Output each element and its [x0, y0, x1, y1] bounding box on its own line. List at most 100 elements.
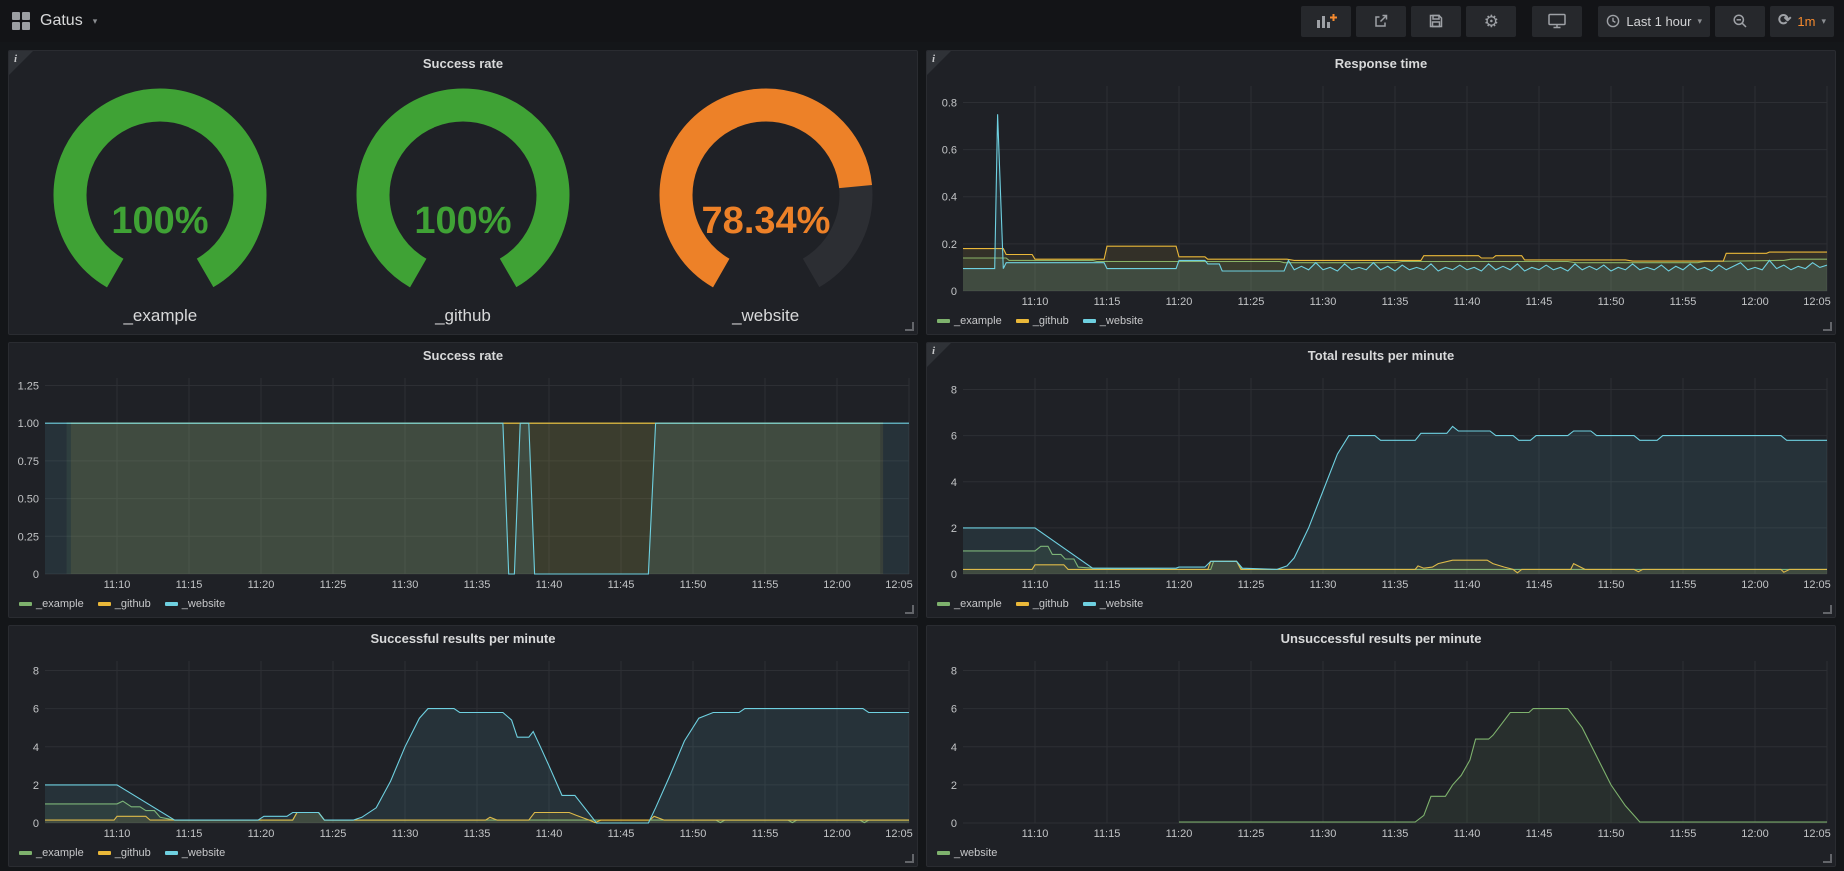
zoom-out-icon [1732, 13, 1748, 29]
panel-title[interactable]: Success rate [9, 343, 917, 368]
svg-text:11:40: 11:40 [1454, 579, 1481, 591]
legend-swatch [1083, 319, 1096, 323]
panel-resize-handle[interactable] [905, 605, 914, 614]
chart-plot-area[interactable]: 00.20.40.60.811:1011:1511:2011:2511:3011… [927, 76, 1835, 310]
save-icon [1428, 13, 1444, 29]
panel-title[interactable]: Unsuccessful results per minute [927, 626, 1835, 651]
add-panel-button[interactable] [1301, 6, 1351, 37]
panel-title[interactable]: Success rate [9, 51, 917, 76]
svg-text:11:50: 11:50 [680, 579, 707, 591]
gauge-example: 100% _example [35, 83, 285, 326]
gauge-arc: 78.34% [641, 83, 891, 305]
legend-label: _website [182, 847, 225, 859]
legend-item-_github[interactable]: _github [1016, 598, 1069, 610]
legend-label: _website [1100, 315, 1143, 327]
chart-canvas[interactable]: 00.20.40.60.811:1011:1511:2011:2511:3011… [927, 76, 1835, 310]
panel-resize-handle[interactable] [1823, 322, 1832, 331]
svg-text:6: 6 [951, 704, 957, 716]
chart-canvas[interactable]: 00.250.500.751.001.2511:1011:1511:2011:2… [9, 368, 917, 593]
svg-text:11:45: 11:45 [1526, 296, 1553, 308]
svg-text:0.4: 0.4 [942, 192, 957, 204]
gauge-arc: 100% [338, 83, 588, 305]
refresh-interval-label: 1m [1797, 14, 1815, 29]
save-button[interactable] [1411, 6, 1461, 37]
svg-text:12:05: 12:05 [1803, 579, 1831, 591]
panel-title[interactable]: Successful results per minute [9, 626, 917, 651]
panel-title[interactable]: Response time [927, 51, 1835, 76]
legend-item-_website[interactable]: _website [1083, 315, 1143, 327]
svg-text:11:30: 11:30 [1310, 296, 1337, 308]
legend-item-_website[interactable]: _website [165, 598, 225, 610]
gauges-row: 100% _example 100% _github 78.34% _webs [9, 76, 917, 334]
legend-item-_github[interactable]: _github [98, 847, 151, 859]
svg-text:0: 0 [951, 286, 957, 298]
legend-swatch [165, 851, 178, 855]
panel-resize-handle[interactable] [905, 854, 914, 863]
panel-resize-handle[interactable] [905, 322, 914, 331]
svg-text:12:00: 12:00 [823, 828, 851, 840]
chart-canvas[interactable]: 0246811:1011:1511:2011:2511:3011:3511:40… [9, 651, 917, 842]
svg-text:8: 8 [951, 666, 957, 678]
chart-plot-area[interactable]: 0246811:1011:1511:2011:2511:3011:3511:40… [9, 651, 917, 842]
chart-plot-area[interactable]: 0246811:1011:1511:2011:2511:3011:3511:40… [927, 651, 1835, 842]
svg-text:1.25: 1.25 [18, 381, 39, 393]
svg-text:2: 2 [951, 523, 957, 535]
chart-plot-area[interactable]: 0246811:1011:1511:2011:2511:3011:3511:40… [927, 368, 1835, 593]
svg-text:4: 4 [951, 477, 957, 489]
svg-text:1.00: 1.00 [18, 418, 39, 430]
share-icon [1373, 13, 1389, 29]
legend-label: _github [115, 847, 151, 859]
svg-text:11:10: 11:10 [1022, 828, 1049, 840]
panel-response-time: i Response time 00.20.40.60.811:1011:151… [926, 50, 1836, 335]
share-button[interactable] [1356, 6, 1406, 37]
svg-text:12:00: 12:00 [823, 579, 851, 591]
legend-label: _github [115, 598, 151, 610]
chart-legend: _example _github _website [927, 310, 1835, 334]
chart-canvas[interactable]: 0246811:1011:1511:2011:2511:3011:3511:40… [927, 651, 1835, 842]
legend-label: _website [954, 847, 997, 859]
panel-resize-handle[interactable] [1823, 605, 1832, 614]
cycle-view-button[interactable] [1532, 6, 1582, 37]
legend-item-_example[interactable]: _example [937, 598, 1002, 610]
time-range-button[interactable]: Last 1 hour ▾ [1598, 6, 1710, 37]
legend-item-_github[interactable]: _github [98, 598, 151, 610]
chart-legend: _example _github _website [9, 593, 917, 617]
chart-canvas[interactable]: 0246811:1011:1511:2011:2511:3011:3511:40… [927, 368, 1835, 593]
panel-title[interactable]: Total results per minute [927, 343, 1835, 368]
svg-text:11:25: 11:25 [1238, 828, 1265, 840]
svg-text:11:25: 11:25 [320, 579, 347, 591]
legend-label: _website [182, 598, 225, 610]
legend-item-_website[interactable]: _website [1083, 598, 1143, 610]
svg-text:11:15: 11:15 [1094, 828, 1121, 840]
legend-swatch [98, 602, 111, 606]
svg-text:11:30: 11:30 [392, 579, 419, 591]
chart-plot-area[interactable]: 00.250.500.751.001.2511:1011:1511:2011:2… [9, 368, 917, 593]
svg-text:11:55: 11:55 [1670, 579, 1697, 591]
svg-text:11:40: 11:40 [1454, 828, 1481, 840]
legend-item-_example[interactable]: _example [19, 847, 84, 859]
svg-text:11:45: 11:45 [608, 579, 635, 591]
legend-item-_github[interactable]: _github [1016, 315, 1069, 327]
gauge-label: _website [732, 306, 799, 326]
zoom-out-button[interactable] [1715, 6, 1765, 37]
dashboards-grid-icon [12, 12, 30, 30]
dashboard-switcher[interactable]: Gatus ▾ [12, 12, 97, 30]
legend-item-_example[interactable]: _example [19, 598, 84, 610]
gauge-value: 100% [112, 200, 209, 242]
svg-text:0.2: 0.2 [942, 239, 957, 251]
legend-item-_website[interactable]: _website [165, 847, 225, 859]
svg-text:11:45: 11:45 [608, 828, 635, 840]
legend-swatch [1016, 319, 1029, 323]
navbar-actions: ⚙ Last 1 hour ▾ ⟳ 1m ▾ [1296, 6, 1834, 37]
gauge-website: 78.34% _website [641, 83, 891, 326]
panel-resize-handle[interactable] [1823, 854, 1832, 863]
settings-button[interactable]: ⚙ [1466, 6, 1516, 37]
refresh-button[interactable]: ⟳ 1m ▾ [1770, 6, 1834, 37]
svg-text:11:55: 11:55 [752, 828, 779, 840]
svg-text:0.6: 0.6 [942, 145, 957, 157]
svg-text:11:25: 11:25 [1238, 296, 1265, 308]
legend-item-_website[interactable]: _website [937, 847, 997, 859]
legend-swatch [1016, 602, 1029, 606]
legend-label: _example [36, 847, 84, 859]
legend-item-_example[interactable]: _example [937, 315, 1002, 327]
